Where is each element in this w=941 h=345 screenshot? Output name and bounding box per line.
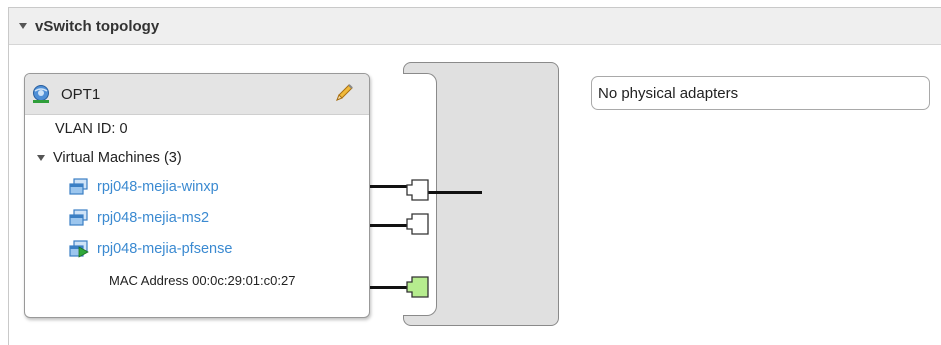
connection-line bbox=[370, 185, 410, 188]
port-group-card[interactable]: OPT1 VLAN ID: 0 Virtual Machines (3) rpj… bbox=[24, 73, 370, 318]
vm-icon bbox=[69, 209, 88, 226]
expand-caret-icon[interactable] bbox=[37, 155, 45, 161]
switch-port-icon bbox=[406, 213, 429, 235]
port-group-name: OPT1 bbox=[61, 85, 101, 103]
vm-row[interactable]: rpj048-mejia-pfsense bbox=[69, 240, 232, 258]
vm-link[interactable]: rpj048-mejia-winxp bbox=[97, 179, 219, 195]
port-group-header: OPT1 bbox=[25, 74, 369, 115]
panel-title: vSwitch topology bbox=[35, 17, 160, 35]
vm-icon bbox=[69, 178, 88, 195]
vlan-id-label: VLAN ID: 0 bbox=[55, 121, 128, 137]
vm-running-icon bbox=[69, 240, 89, 258]
vm-row[interactable]: rpj048-mejia-winxp bbox=[69, 178, 219, 196]
switch-port-active-icon bbox=[406, 276, 429, 298]
connection-line bbox=[370, 286, 410, 289]
no-physical-adapters-text: No physical adapters bbox=[598, 84, 739, 102]
virtual-machines-toggle[interactable]: Virtual Machines (3) bbox=[37, 150, 182, 166]
network-portgroup-icon bbox=[33, 85, 49, 103]
pencil-edit-icon[interactable] bbox=[333, 82, 355, 104]
virtual-machines-label: Virtual Machines (3) bbox=[53, 150, 182, 166]
collapse-caret-icon[interactable] bbox=[19, 23, 27, 29]
panel-header[interactable]: vSwitch topology bbox=[9, 8, 941, 45]
switch-port-icon bbox=[406, 179, 429, 201]
vm-link[interactable]: rpj048-mejia-pfsense bbox=[97, 241, 232, 257]
vm-link[interactable]: rpj048-mejia-ms2 bbox=[97, 210, 209, 226]
connection-line bbox=[428, 191, 482, 194]
vm-row[interactable]: rpj048-mejia-ms2 bbox=[69, 209, 209, 227]
mac-address-label: MAC Address 00:0c:29:01:c0:27 bbox=[109, 273, 296, 288]
physical-adapters-box[interactable]: No physical adapters bbox=[591, 76, 930, 110]
connection-line bbox=[370, 224, 410, 227]
